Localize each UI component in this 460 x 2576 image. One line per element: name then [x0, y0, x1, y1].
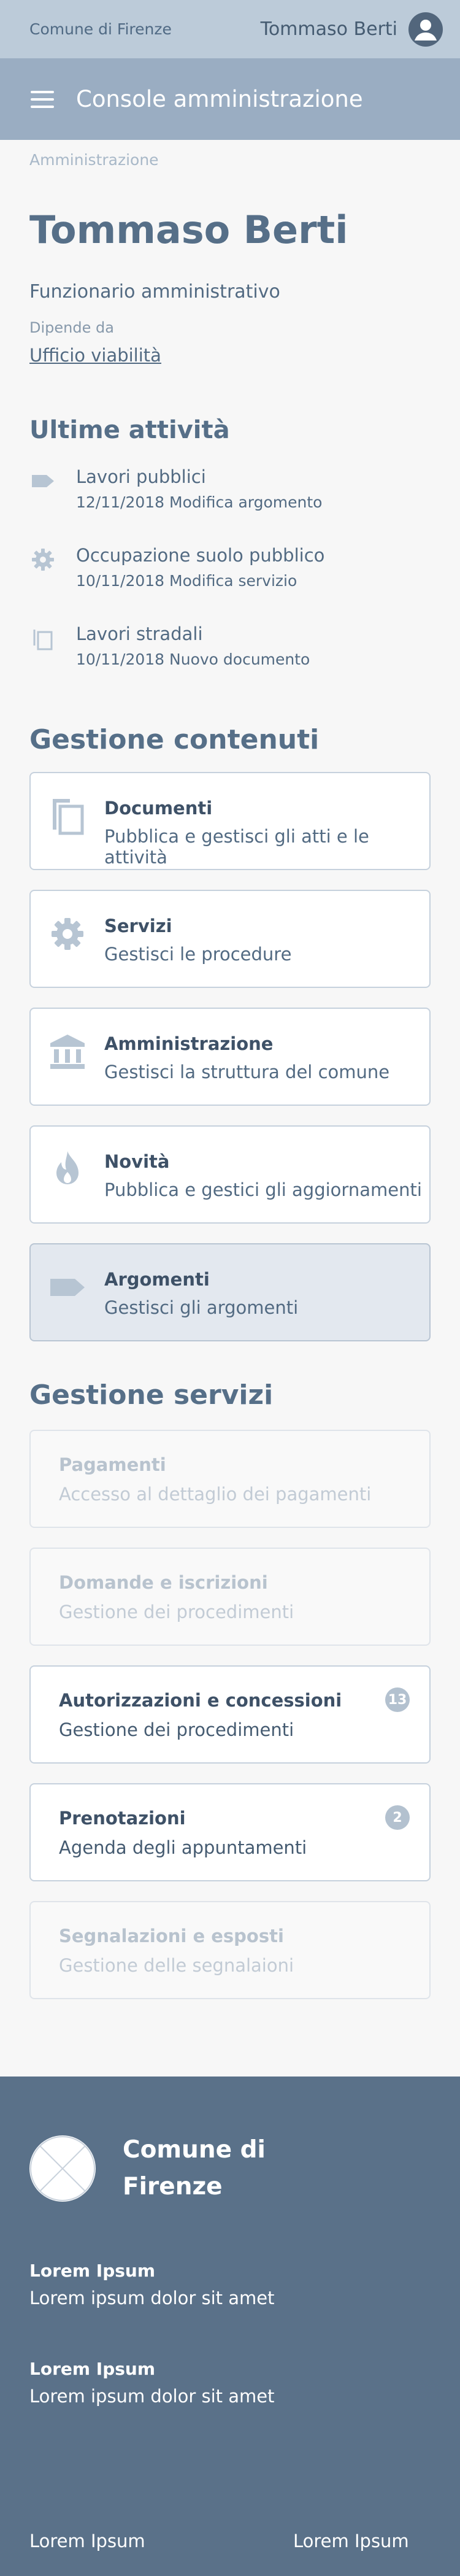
city-name[interactable]: Comune di Firenze	[29, 20, 172, 38]
service-management-title: Gestione servizi	[29, 1379, 274, 1411]
activity-item[interactable]: Occupazione suolo pubblico 10/11/2018 Mo…	[29, 545, 434, 604]
activity-detail: 10/11/2018 Modifica servizio	[76, 572, 297, 590]
service-title: Prenotazioni	[59, 1808, 186, 1829]
card-subtitle: Pubblica e gestisci gli atti e le attivi…	[104, 826, 369, 868]
documents-icon	[53, 799, 84, 835]
service-card-bookings[interactable]: Prenotazioni Agenda degli appuntamenti 2	[29, 1783, 431, 1881]
footer-heading: Lorem Ipsum	[29, 2359, 156, 2379]
card-title: Servizi	[104, 916, 172, 936]
card-title: Argomenti	[104, 1269, 210, 1290]
footer: Comune di Firenze Lorem Ipsum Lorem ipsu…	[0, 2077, 460, 2576]
count-badge: 13	[385, 1687, 410, 1712]
app-title: Console amministrazione	[76, 86, 363, 112]
breadcrumb[interactable]: Amministrazione	[29, 151, 159, 169]
page-title: Tommaso Berti	[29, 207, 348, 252]
user-role: Funzionario amministrativo	[29, 281, 280, 303]
card-title: Documenti	[104, 798, 213, 819]
user-icon	[415, 19, 437, 40]
service-subtitle: Gestione dei procedimenti	[59, 1602, 294, 1622]
card-subtitle: Gestisci la struttura del comune	[104, 1062, 390, 1082]
card-subtitle: Gestisci le procedure	[104, 944, 292, 965]
activity-title: Lavori stradali	[76, 623, 203, 644]
activity-item[interactable]: Lavori stradali 10/11/2018 Nuovo documen…	[29, 623, 434, 682]
activity-detail: 12/11/2018 Modifica argomento	[76, 493, 323, 511]
service-subtitle: Accesso al dettaglio dei pagamenti	[59, 1484, 372, 1505]
card-title: Amministrazione	[104, 1033, 274, 1054]
avatar[interactable]	[408, 12, 443, 47]
institution-icon	[50, 1035, 85, 1069]
hamburger-menu-icon[interactable]	[31, 90, 54, 108]
service-subtitle: Gestione dei procedimenti	[59, 1719, 294, 1740]
activity-item[interactable]: Lavori pubblici 12/11/2018 Modifica argo…	[29, 466, 434, 525]
tag-icon	[32, 475, 54, 487]
service-subtitle: Agenda degli appuntamenti	[59, 1837, 307, 1858]
activity-detail: 10/11/2018 Nuovo documento	[76, 650, 310, 668]
logo-placeholder-icon	[29, 2135, 96, 2202]
depends-label: Dipende da	[29, 319, 114, 336]
service-title: Domande e iscrizioni	[59, 1572, 268, 1593]
service-title: Segnalazioni e esposti	[59, 1926, 284, 1946]
card-services[interactable]: Servizi Gestisci le procedure	[29, 890, 431, 988]
service-subtitle: Gestione delle segnalaioni	[59, 1955, 294, 1976]
user-menu[interactable]: Tommaso Berti	[261, 12, 443, 47]
content-management-title: Gestione contenuti	[29, 724, 320, 755]
office-link[interactable]: Ufficio viabilità	[29, 345, 161, 366]
card-subtitle: Gestisci gli argomenti	[104, 1297, 299, 1318]
card-subtitle: Pubblica e gestici gli aggiornamenti	[104, 1179, 422, 1200]
count-badge: 2	[385, 1805, 410, 1830]
card-topics[interactable]: Argomenti Gestisci gli argomenti	[29, 1243, 431, 1341]
activities-title: Ultime attività	[29, 416, 230, 444]
card-documents[interactable]: Documenti Pubblica e gestisci gli atti e…	[29, 772, 431, 870]
service-card-reports[interactable]: Segnalazioni e esposti Gestione delle se…	[29, 1901, 431, 1999]
service-card-payments[interactable]: Pagamenti Accesso al dettaglio dei pagam…	[29, 1430, 431, 1528]
card-title: Novità	[104, 1151, 170, 1172]
service-title: Autorizzazioni e concessioni	[59, 1690, 342, 1711]
footer-link[interactable]: Lorem Ipsum	[29, 2531, 145, 2551]
gear-icon	[32, 549, 54, 571]
copy-icon	[33, 630, 53, 650]
activity-title: Occupazione suolo pubblico	[76, 545, 325, 566]
footer-city-name: Comune di Firenze	[123, 2136, 266, 2200]
user-name[interactable]: Tommaso Berti	[261, 18, 397, 40]
footer-text: Lorem ipsum dolor sit amet	[29, 2288, 275, 2308]
service-card-authorizations[interactable]: Autorizzazioni e concessioni Gestione de…	[29, 1665, 431, 1764]
flame-icon	[56, 1151, 79, 1184]
footer-link[interactable]: Lorem Ipsum	[293, 2531, 409, 2551]
footer-text: Lorem ipsum dolor sit amet	[29, 2386, 275, 2407]
main-content: Amministrazione Tommaso Berti Funzionari…	[0, 140, 460, 2077]
gear-icon	[52, 918, 83, 950]
activity-title: Lavori pubblici	[76, 466, 206, 487]
card-administration[interactable]: Amministrazione Gestisci la struttura de…	[29, 1008, 431, 1106]
footer-heading: Lorem Ipsum	[29, 2261, 156, 2281]
card-news[interactable]: Novità Pubblica e gestici gli aggiorname…	[29, 1125, 431, 1224]
tag-icon	[50, 1279, 85, 1296]
app-header: Console amministrazione	[0, 58, 460, 140]
top-bar: Comune di Firenze Tommaso Berti	[0, 0, 460, 58]
service-title: Pagamenti	[59, 1454, 166, 1475]
service-card-applications[interactable]: Domande e iscrizioni Gestione dei proced…	[29, 1548, 431, 1646]
